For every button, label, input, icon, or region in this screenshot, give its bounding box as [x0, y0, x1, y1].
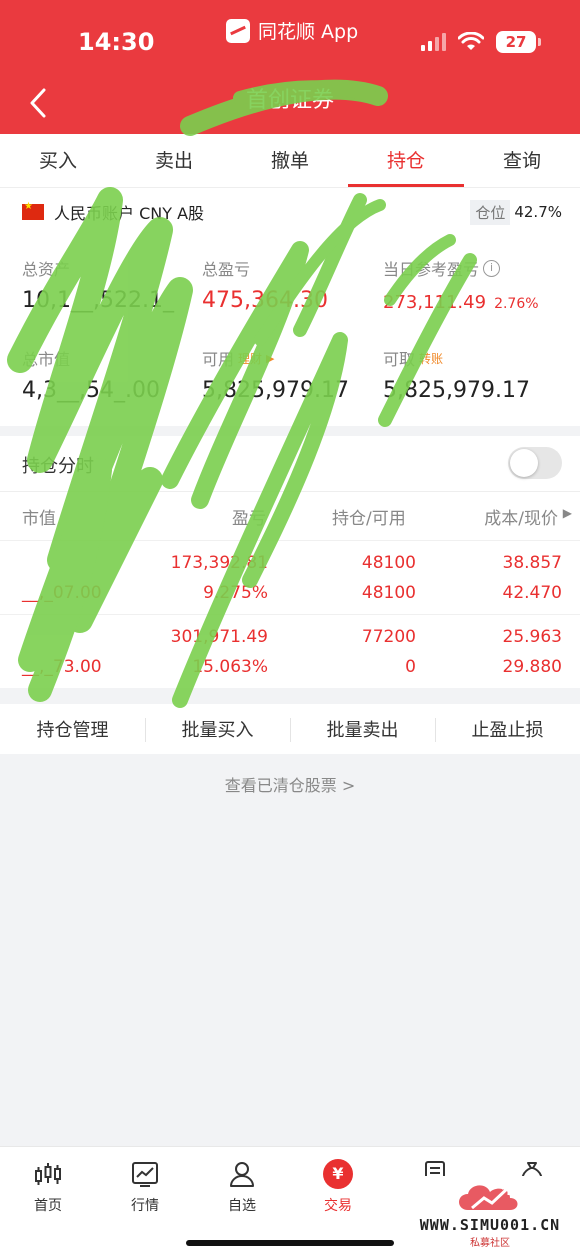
account-name: 人民币账户 CNY A股 — [54, 204, 205, 223]
bottom-tab-label: 交易 — [324, 1198, 352, 1214]
header-arrow-icon: ▶ — [562, 506, 572, 520]
holdings-table: 市值 盈亏 持仓/可用 成本/现价 ▶ __,_07.00 173,392.81… — [0, 492, 580, 688]
stock-qty: 77200 — [361, 627, 416, 647]
stock-market-value: __,_73.00 — [22, 657, 102, 677]
site-watermark: WWW.SIMU001.CN 私募社区 — [404, 1176, 576, 1254]
table-row[interactable]: __,_73.00 301,971.49 15.063% 77200 0 25.… — [0, 614, 580, 688]
total-assets-label: 总资产 — [22, 260, 71, 279]
position-value: 42.7% — [514, 203, 562, 221]
wifi-icon — [458, 32, 484, 50]
account-summary: 人民币账户 CNY A股 仓位 42.7% 总资产 10,1__,522.1_ … — [0, 188, 580, 426]
info-icon[interactable]: i — [483, 259, 501, 277]
status-app-name: 同花顺 App — [258, 21, 359, 43]
batch-sell-button[interactable]: 批量卖出 — [290, 716, 435, 742]
home-indicator[interactable] — [186, 1240, 394, 1246]
stock-pnl-pct: 9.275% — [203, 583, 268, 603]
header-qty[interactable]: 持仓/可用 — [332, 504, 406, 529]
available-label: 可用 — [202, 350, 235, 369]
stock-qty: 48100 — [361, 553, 416, 573]
bottom-tab-home[interactable]: 首页 — [13, 1159, 83, 1215]
stock-market-value: __,_07.00 — [22, 583, 102, 603]
market-value: 总市值 4,3__,54_.00 — [22, 346, 160, 403]
position-label: 仓位 — [470, 199, 511, 225]
today-pnl-pct: 2.76% — [494, 296, 539, 312]
bottom-tab-label: 行情 — [131, 1198, 159, 1214]
batch-buy-button[interactable]: 批量买入 — [145, 716, 290, 742]
watermark-text: WWW.SIMU001.CN — [419, 1216, 561, 1234]
header-pnl[interactable]: 盈亏 — [232, 504, 266, 529]
today-pnl-label: 当日参考盈亏 — [383, 260, 480, 279]
available-funds[interactable]: 可用 理财 ▶ 5,825,979.17 — [202, 346, 349, 403]
page-title: 首创证券 — [245, 88, 334, 113]
total-assets: 总资产 10,1__,522.1_ — [22, 256, 174, 313]
user-icon — [230, 1162, 254, 1187]
header-market-value[interactable]: 市值 — [22, 504, 56, 529]
stock-cost: 25.963 — [502, 627, 562, 647]
holdings-action-bar: 持仓管理 批量买入 批量卖出 止盈止损 — [0, 704, 580, 754]
bottom-tab-market[interactable]: 行情 — [110, 1159, 180, 1215]
table-row[interactable]: __,_07.00 173,392.81 9.275% 48100 48100 … — [0, 540, 580, 614]
candlestick-icon — [35, 1163, 61, 1185]
watermark-subtext: 私募社区 — [470, 1238, 510, 1249]
cleared-stocks-link[interactable]: 查看已清仓股票 > — [0, 772, 580, 796]
account-row[interactable]: 人民币账户 CNY A股 仓位 42.7% — [22, 199, 562, 225]
withdrawable-funds[interactable]: 可取 转账 5,825,979.17 — [383, 346, 530, 403]
stock-price: 29.880 — [502, 657, 562, 677]
market-value-label: 总市值 — [22, 350, 71, 369]
bottom-tab-label: 首页 — [34, 1198, 62, 1214]
tag-arrow-icon: ▶ — [266, 351, 275, 365]
total-pnl-value: 475,364.30 — [202, 288, 328, 313]
back-chevron-icon[interactable] — [24, 86, 54, 120]
app-logo-icon — [226, 18, 250, 43]
status-app-indicator[interactable]: 同花顺 App — [226, 17, 358, 44]
stock-price: 42.470 — [502, 583, 562, 603]
bottom-tab-label: 自选 — [228, 1198, 256, 1214]
manage-holdings-button[interactable]: 持仓管理 — [0, 716, 145, 742]
holding-timeshare-label: 持仓分时 — [22, 456, 94, 477]
bottom-tab-trade[interactable]: ¥ 交易 — [303, 1159, 373, 1215]
stock-available: 48100 — [361, 583, 416, 603]
stock-available: 0 — [405, 657, 416, 677]
yen-icon: ¥ — [323, 1159, 353, 1189]
tab-cancel-order[interactable]: 撤单 — [232, 134, 348, 187]
tab-holdings[interactable]: 持仓 — [348, 134, 464, 187]
header-cost-price[interactable]: 成本/现价 — [484, 504, 558, 529]
position-ratio: 仓位 42.7% — [470, 199, 562, 225]
trade-tabs: 买入 卖出 撤单 持仓 查询 — [0, 134, 580, 188]
stock-pnl: 173,392.81 — [170, 553, 268, 573]
total-pnl: 总盈亏 475,364.30 — [202, 256, 328, 313]
withdrawable-value: 5,825,979.17 — [383, 378, 530, 403]
stock-pnl: 301,971.49 — [170, 627, 268, 647]
chart-icon — [132, 1162, 158, 1187]
bottom-tab-watchlist[interactable]: 自选 — [207, 1159, 277, 1215]
available-value: 5,825,979.17 — [202, 378, 349, 403]
china-flag-icon — [22, 201, 44, 220]
available-tag[interactable]: 理财 — [238, 350, 262, 367]
withdrawable-label: 可取 — [383, 350, 416, 369]
total-pnl-label: 总盈亏 — [202, 260, 251, 279]
stock-cost: 38.857 — [502, 553, 562, 573]
battery-icon: 27 — [496, 31, 541, 53]
tab-sell[interactable]: 卖出 — [116, 134, 232, 187]
today-pnl-value: 273,111.49 — [383, 292, 487, 313]
total-assets-value: 10,1__,522.1_ — [22, 288, 174, 313]
stop-profit-loss-button[interactable]: 止盈止损 — [435, 716, 580, 742]
withdrawable-tag[interactable]: 转账 — [419, 350, 443, 367]
today-pnl: 当日参考盈亏 i 273,111.49 2.76% — [383, 256, 539, 313]
watermark-logo-icon — [459, 1185, 518, 1210]
holdings-header: 市值 盈亏 持仓/可用 成本/现价 ▶ — [0, 492, 580, 540]
cellular-signal-icon — [421, 33, 446, 51]
tab-query[interactable]: 查询 — [464, 134, 580, 187]
app-header: 14:30 同花顺 App 27 首创证券 — [0, 0, 580, 134]
holding-timeshare-switch[interactable] — [508, 447, 562, 479]
stock-pnl-pct: 15.063% — [192, 657, 268, 677]
status-indicators: 27 — [421, 31, 541, 53]
holding-timeshare-row: 持仓分时 — [0, 436, 580, 492]
market-value-value: 4,3__,54_.00 — [22, 378, 160, 403]
tab-buy[interactable]: 买入 — [0, 134, 116, 187]
status-time: 14:30 — [78, 28, 155, 56]
